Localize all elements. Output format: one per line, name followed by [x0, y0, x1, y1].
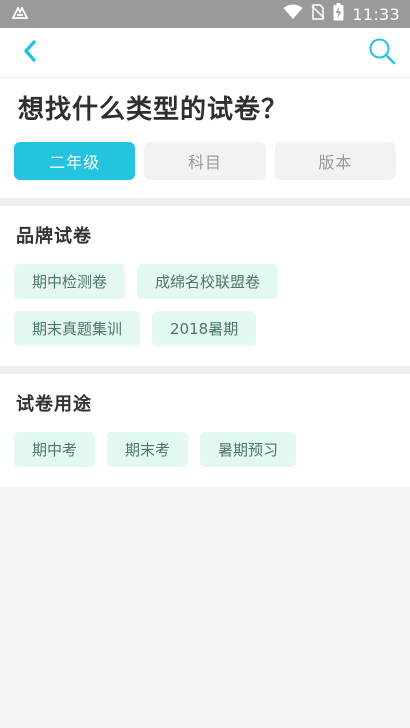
segment-subject[interactable]: 科目 [144, 142, 266, 180]
filter-segments: 二年级 科目 版本 [0, 128, 410, 180]
search-button[interactable] [366, 37, 398, 69]
paper-purpose-section: 试卷用途 期中考 期末考 暑期预习 [0, 374, 410, 487]
section-title: 试卷用途 [16, 394, 92, 415]
chip-group: 期中考 期末考 暑期预习 [0, 418, 410, 479]
status-time: 11:33 [352, 4, 400, 24]
no-sim-icon [311, 4, 325, 24]
section-title: 品牌试卷 [16, 226, 92, 247]
chip-alliance-papers[interactable]: 成绵名校联盟卷 [137, 264, 279, 299]
search-icon [368, 37, 396, 69]
chip-midterm-test[interactable]: 期中检测卷 [14, 264, 126, 299]
wifi-icon [283, 4, 303, 24]
battery-charging-icon [333, 3, 344, 25]
filter-header: 想找什么类型的试卷？ 二年级 科目 版本 [0, 78, 410, 198]
segment-edition[interactable]: 版本 [274, 142, 396, 180]
chip-final[interactable]: 期末考 [107, 432, 189, 467]
status-bar: 11:33 [0, 0, 410, 28]
app-logo-icon [11, 5, 29, 23]
chip-final-exam-training[interactable]: 期末真题集训 [14, 311, 141, 346]
chip-summer-preview[interactable]: 暑期预习 [200, 432, 297, 467]
page-title: 想找什么类型的试卷？ [18, 95, 289, 125]
chevron-left-icon [23, 39, 37, 66]
back-button[interactable] [14, 37, 46, 69]
chip-group: 期中检测卷 成绵名校联盟卷 期末真题集训 2018暑期 [0, 250, 410, 358]
app-bar [0, 28, 410, 78]
chip-midterm[interactable]: 期中考 [14, 432, 96, 467]
chip-2018-summer[interactable]: 2018暑期 [152, 311, 257, 346]
section-divider [0, 198, 410, 206]
section-divider [0, 366, 410, 374]
segment-grade[interactable]: 二年级 [14, 142, 136, 180]
brand-papers-section: 品牌试卷 期中检测卷 成绵名校联盟卷 期末真题集训 2018暑期 [0, 206, 410, 366]
